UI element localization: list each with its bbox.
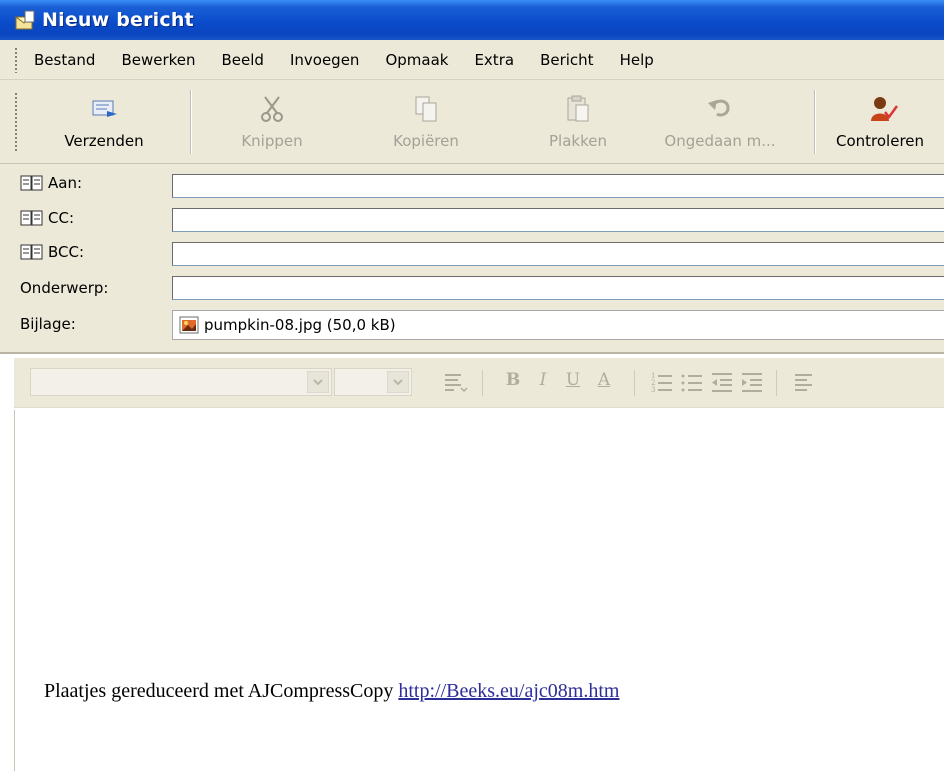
cut-button[interactable]: Knippen	[226, 94, 318, 156]
paragraph-style-icon[interactable]	[442, 370, 468, 394]
format-separator	[776, 370, 777, 396]
to-field[interactable]	[172, 174, 944, 198]
send-label: Verzenden	[64, 132, 144, 150]
signature-line: Plaatjes gereduceerd met AJCompressCopy …	[44, 680, 619, 703]
underline-button[interactable]: U	[562, 370, 584, 394]
font-size-select[interactable]	[334, 368, 412, 396]
svg-text:3: 3	[651, 386, 655, 394]
copy-button[interactable]: Kopiëren	[372, 94, 480, 156]
menu-bestand[interactable]: Bestand	[34, 51, 95, 69]
paste-icon	[567, 95, 589, 122]
undo-icon	[708, 99, 730, 117]
message-body[interactable]	[14, 410, 944, 771]
decrease-indent-icon[interactable]	[710, 370, 734, 394]
cc-label[interactable]: CC:	[20, 209, 74, 227]
undo-label: Ongedaan m...	[664, 132, 776, 150]
cc-field[interactable]	[172, 208, 944, 232]
menu-beeld[interactable]: Beeld	[222, 51, 264, 69]
toolbar-grip[interactable]	[14, 92, 18, 152]
subject-field[interactable]	[172, 276, 944, 300]
address-book-icon	[20, 244, 43, 260]
menu-bericht[interactable]: Bericht	[540, 51, 594, 69]
attachment-label-text: Bijlage:	[20, 315, 76, 333]
copy-label: Kopiëren	[393, 132, 459, 150]
check-names-button[interactable]: Controleren	[836, 94, 944, 156]
menu-bewerken[interactable]: Bewerken	[121, 51, 195, 69]
menu-help[interactable]: Help	[620, 51, 654, 69]
subject-label-text: Onderwerp:	[20, 279, 109, 297]
image-file-icon	[179, 316, 199, 334]
paste-label: Plakken	[549, 132, 607, 150]
to-label[interactable]: Aan:	[20, 174, 82, 192]
increase-indent-icon[interactable]	[740, 370, 764, 394]
to-label-text: Aan:	[48, 174, 83, 192]
undo-button[interactable]: Ongedaan m...	[654, 94, 786, 156]
bold-button[interactable]: B	[502, 370, 524, 394]
address-book-icon	[20, 210, 43, 226]
attachment-box[interactable]: pumpkin-08.jpg (50,0 kB)	[172, 310, 944, 340]
cut-label: Knippen	[241, 132, 303, 150]
format-separator	[482, 370, 483, 396]
main-toolbar: Verzenden Knippen Kopiëren Plakken Onged…	[0, 80, 944, 164]
menu-bar: Bestand Bewerken Beeld Invoegen Opmaak E…	[0, 40, 944, 80]
format-separator	[634, 370, 635, 396]
scissors-icon	[261, 96, 283, 122]
copy-icon	[415, 96, 437, 122]
font-color-button[interactable]: A	[592, 370, 616, 394]
title-bar[interactable]: Nieuw bericht	[0, 0, 944, 40]
attachment-label: Bijlage:	[20, 315, 76, 333]
subject-label: Onderwerp:	[20, 279, 108, 297]
address-book-icon	[20, 175, 43, 191]
format-toolbar: B I U A 123	[14, 358, 944, 408]
send-icon	[92, 100, 117, 117]
signature-link[interactable]: http://Beeks.eu/ajc08m.htm	[398, 680, 619, 702]
bullet-list-icon[interactable]	[680, 370, 704, 394]
toolbar-separator	[814, 90, 816, 154]
menu-grip[interactable]	[14, 46, 18, 73]
message-header: Aan: CC: BCC: Onderwerp: Bijlage: pumpki…	[0, 164, 944, 354]
send-button[interactable]: Verzenden	[48, 94, 160, 156]
font-name-select[interactable]	[30, 368, 332, 396]
check-names-icon	[871, 97, 898, 121]
chevron-down-icon[interactable]	[387, 371, 409, 393]
menu-invoegen[interactable]: Invoegen	[290, 51, 359, 69]
chevron-down-icon[interactable]	[307, 371, 329, 393]
align-left-icon[interactable]	[792, 370, 816, 394]
paste-button[interactable]: Plakken	[530, 94, 626, 156]
cc-label-text: CC:	[48, 209, 75, 227]
menu-extra[interactable]: Extra	[474, 51, 514, 69]
toolbar-separator	[190, 90, 192, 154]
new-message-icon	[14, 10, 35, 30]
menu-opmaak[interactable]: Opmaak	[385, 51, 448, 69]
numbered-list-icon[interactable]: 123	[650, 370, 674, 394]
bcc-label[interactable]: BCC:	[20, 243, 84, 261]
italic-button[interactable]: I	[532, 370, 554, 394]
bcc-field[interactable]	[172, 242, 944, 266]
check-names-label: Controleren	[836, 132, 925, 150]
attachment-filename[interactable]: pumpkin-08.jpg (50,0 kB)	[204, 316, 396, 334]
window-title: Nieuw bericht	[42, 9, 194, 31]
bcc-label-text: BCC:	[48, 243, 85, 261]
signature-text: Plaatjes gereduceerd met AJCompressCopy	[44, 680, 399, 702]
